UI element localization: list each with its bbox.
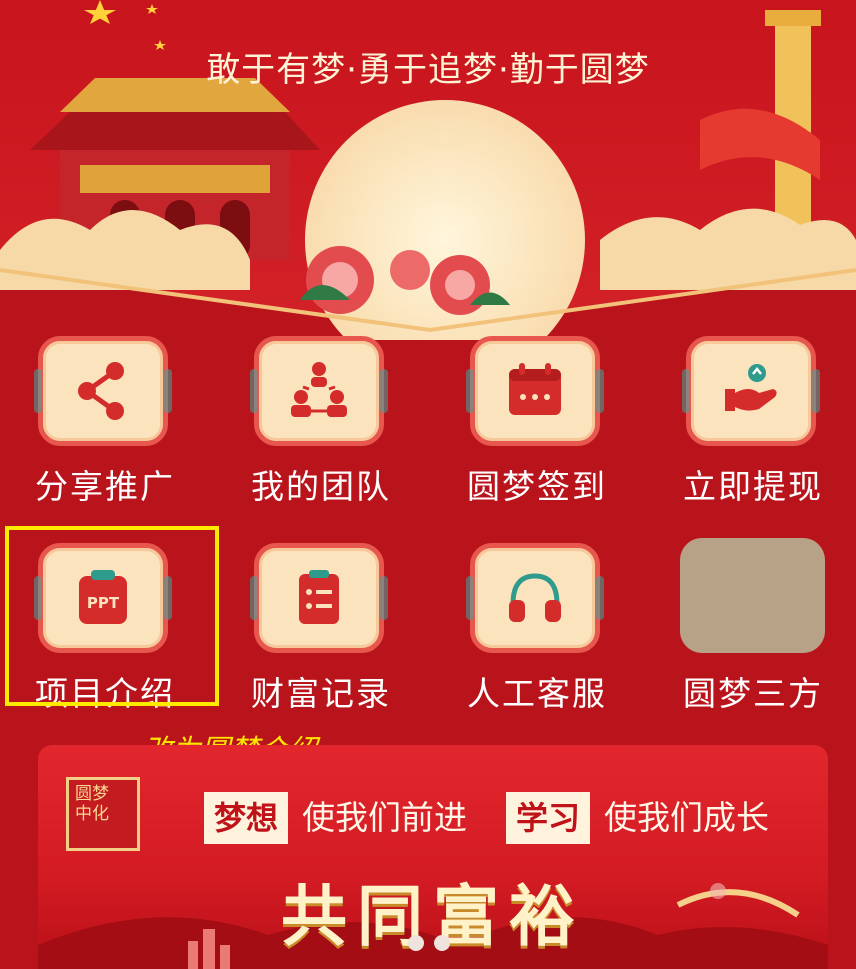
hero-slogan: 敢于有梦·勇于追梦·勤于圆梦 [206,50,650,90]
clipboard-icon [299,570,339,624]
menu-label: 分享推广 [35,467,175,506]
menu-item-third-party[interactable]: 圆梦三方 [648,538,848,733]
menu-tile[interactable] [34,336,172,446]
banner-tag-study: 学习 [506,792,591,844]
menu-label: 圆梦签到 [467,467,607,506]
banner-text-dream: 使我们前进 [302,798,467,837]
menu-tile[interactable] [250,336,388,446]
banner-tag-dream: 梦想 [204,792,289,844]
menu-item-withdraw[interactable]: 立即提现 [648,336,848,526]
menu-label: 人工客服 [467,674,607,713]
carousel-dot[interactable] [434,935,450,951]
menu-item-share[interactable]: 分享推广 [0,336,200,526]
menu-item-checkin[interactable]: 圆梦签到 [432,336,632,526]
share-icon [78,362,124,420]
menu-tile[interactable] [466,543,604,653]
menu-tile[interactable] [682,336,820,446]
headset-icon [509,573,561,622]
banner-logo: 圆梦 中化 [66,777,140,851]
logo-line-1: 圆梦 [75,784,109,804]
menu-item-team[interactable]: 我的团队 [216,336,416,526]
menu-label: 财富记录 [251,674,391,713]
menu-tile[interactable] [466,336,604,446]
banner-title: 共同富裕 [281,877,585,955]
carousel-dot[interactable] [408,935,424,951]
menu-item-wealth-record[interactable]: 财富记录 [216,543,416,733]
withdraw-icon [725,364,777,411]
banner-text-study: 使我们成长 [604,798,769,837]
team-icon [291,362,347,417]
menu-label: 我的团队 [251,467,391,506]
calendar-icon [509,363,561,415]
logo-line-2: 中化 [75,804,109,824]
promo-banner[interactable]: 圆梦 中化 梦想 使我们前进 学习 使我们成长 共同富裕 [38,745,828,969]
menu-tile[interactable] [250,543,388,653]
menu-item-customer-service[interactable]: 人工客服 [432,543,632,733]
placeholder-tile[interactable] [680,538,825,653]
menu-label: 圆梦三方 [683,674,823,713]
menu-label: 立即提现 [683,467,823,506]
hero-banner: 敢于有梦·勇于追梦·勤于圆梦 [0,0,856,340]
annotation-highlight-box [5,526,219,706]
